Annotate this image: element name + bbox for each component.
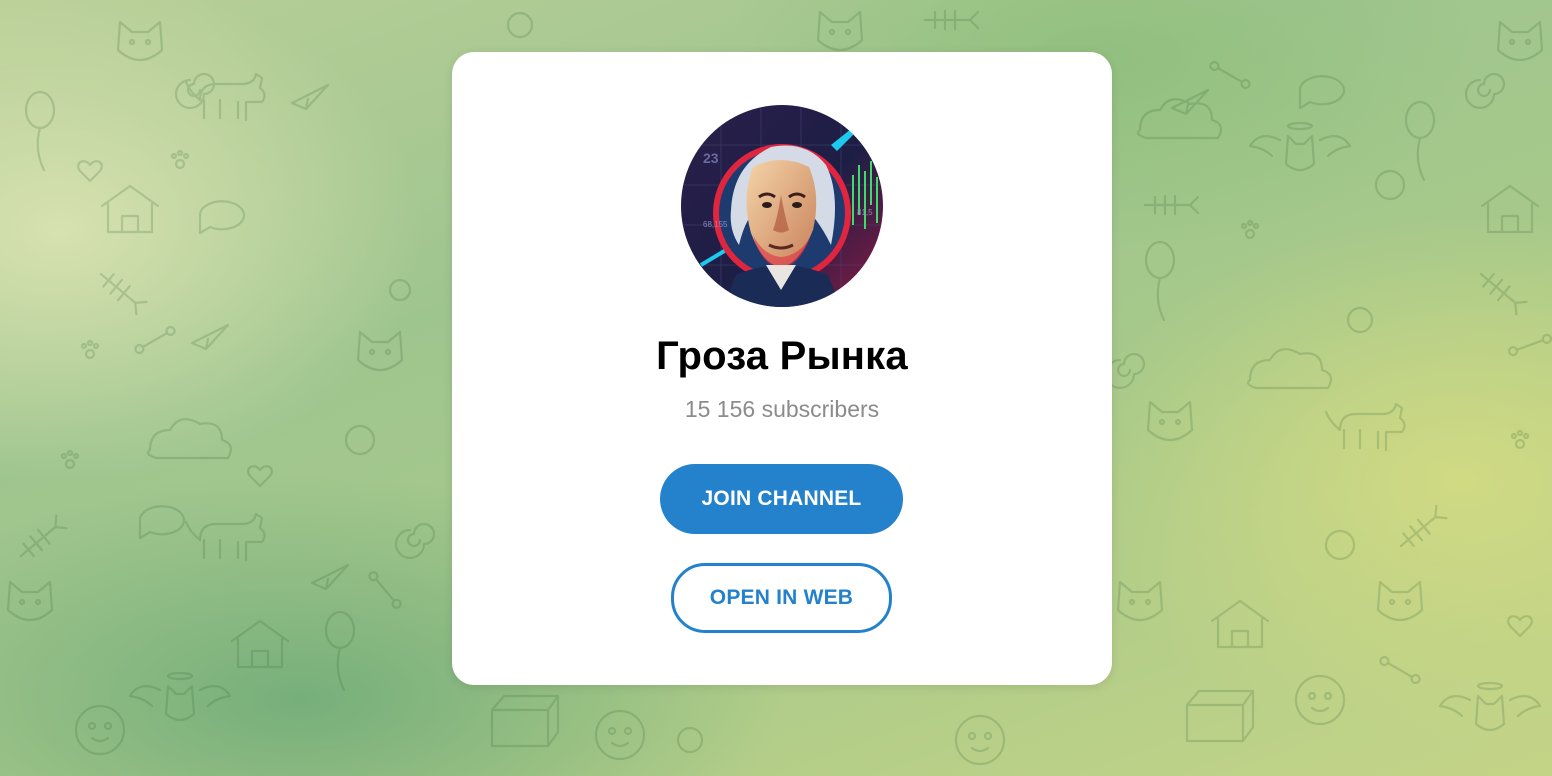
svg-text:68,155: 68,155 bbox=[703, 220, 728, 229]
open-in-web-label: OPEN IN WEB bbox=[709, 586, 854, 609]
subscriber-count: 15 156 subscribers bbox=[684, 396, 880, 422]
open-in-web-button[interactable]: OPEN IN WEB bbox=[671, 563, 892, 633]
channel-title: Гроза Рынка bbox=[656, 334, 908, 378]
join-channel-label: JOIN CHANNEL bbox=[701, 487, 862, 510]
svg-text:23: 23 bbox=[703, 150, 719, 166]
svg-text:81,5: 81,5 bbox=[857, 208, 873, 217]
channel-avatar-portrait-icon: 23 68,155 81,5 bbox=[681, 105, 883, 307]
channel-card: 23 68,155 81,5 Гроза Рынка 15 156 subscr… bbox=[452, 52, 1112, 685]
join-channel-button[interactable]: JOIN CHANNEL bbox=[660, 464, 903, 534]
